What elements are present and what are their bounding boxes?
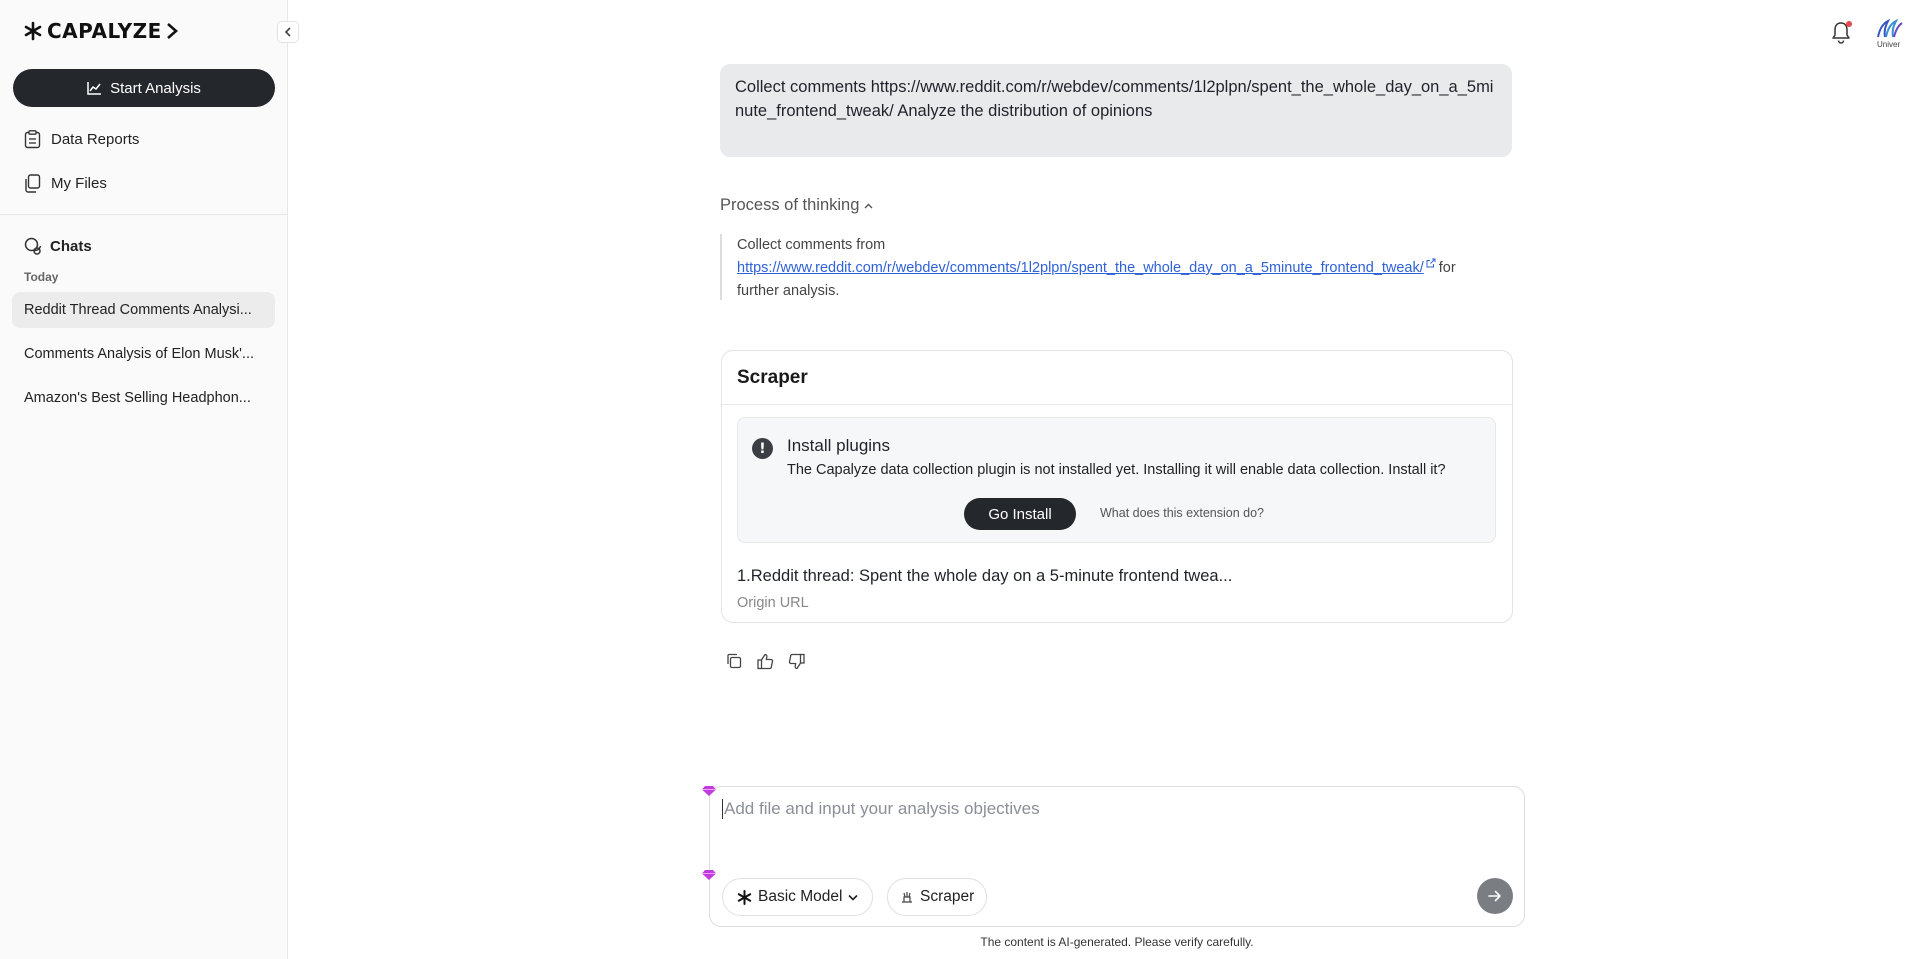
plugin-title: Install plugins [787,436,891,455]
copy-icon [727,653,742,669]
university-logo-icon [1877,18,1903,38]
reddit-link[interactable]: https://www.reddit.com/r/webdev/comments… [737,260,1424,276]
logo[interactable]: CAPALYZE [23,19,178,43]
plugin-description: The Capalyze data collection plugin is n… [787,462,1446,478]
user-message: Collect comments https://www.reddit.com/… [720,64,1512,157]
notification-button[interactable] [1830,20,1852,49]
go-install-button[interactable]: Go Install [964,498,1076,530]
thinking-content: Collect comments from https://www.reddit… [720,234,1520,300]
chat-item-title: Amazon's Best Selling Headphon... [24,390,251,406]
thumbs-up-icon [756,653,773,669]
files-icon [25,174,41,193]
gem-icon [702,870,716,880]
copy-button[interactable] [724,651,744,671]
notification-dot [1846,21,1852,27]
nav-my-files[interactable]: My Files [24,174,107,193]
chats-header: Chats [24,237,92,255]
chevron-left-icon [284,27,291,37]
thinking-label: Process of thinking [720,196,860,214]
chat-item-title: Comments Analysis of Elon Musk'... [24,346,255,362]
nav-my-files-label: My Files [51,175,107,192]
collapse-sidebar-button[interactable] [277,21,299,43]
analysis-input[interactable] [722,799,1502,819]
today-label: Today [24,270,59,284]
sidebar: CAPALYZE Start Analysis Data Reports My … [0,0,288,959]
report-icon [24,130,41,149]
start-analysis-button[interactable]: Start Analysis [13,69,275,107]
chat-item[interactable]: Comments Analysis of Elon Musk'... [12,336,275,372]
external-link-icon [1426,258,1436,268]
chats-label: Chats [50,237,92,255]
origin-url-link[interactable]: Origin URL [737,595,809,611]
chart-line-icon [87,82,102,95]
warning-icon: ! [752,438,773,459]
send-button[interactable] [1477,878,1513,914]
chevron-up-icon [864,203,873,208]
chat-item[interactable]: Reddit Thread Comments Analysi... [12,292,275,328]
thinking-prefix: Collect comments from [737,237,886,253]
nav-data-reports[interactable]: Data Reports [24,130,139,149]
thinking-toggle[interactable]: Process of thinking [720,196,873,215]
card-divider [722,404,1512,405]
scraper-title: Scraper [737,367,808,388]
ai-disclaimer: The content is AI-generated. Please veri… [980,935,1254,949]
start-analysis-label: Start Analysis [110,79,201,97]
scraper-tool-label: Scraper [920,888,975,905]
thinking-suffix-2: further analysis. [737,283,840,299]
chat-item-title: Reddit Thread Comments Analysi... [24,302,252,318]
thumbs-down-button[interactable] [786,651,806,671]
scraper-card: Scraper ! Install plugins The Capalyze d… [721,350,1513,623]
model-label: Basic Model [758,888,843,905]
chevron-down-icon [848,894,859,901]
thumbs-up-button[interactable] [755,651,775,671]
avatar[interactable]: Univer [1874,17,1904,53]
logo-chevron-icon [166,23,178,39]
extension-info-link[interactable]: What does this extension do? [1100,506,1264,520]
result-title[interactable]: 1.Reddit thread: Spent the whole day on … [737,567,1232,586]
asterisk-logo-icon [24,21,42,41]
thumbs-down-icon [788,653,805,669]
arrow-right-icon [1488,890,1501,902]
sidebar-divider [0,214,288,215]
chat-bubble-icon [24,237,42,255]
asterisk-icon [737,889,752,905]
scraper-tool-button[interactable]: Scraper [887,878,988,916]
scraper-icon [902,892,912,903]
nav-data-reports-label: Data Reports [51,131,140,148]
thinking-suffix: for [1438,260,1456,276]
logo-text: CAPALYZE [47,19,162,43]
gem-icon [702,786,716,796]
chat-input-box: Basic Model Scraper [709,786,1525,927]
install-plugin-notice: ! Install plugins The Capalyze data coll… [737,417,1496,543]
chat-item[interactable]: Amazon's Best Selling Headphon... [12,380,275,416]
model-select[interactable]: Basic Model [722,878,874,916]
avatar-label: Univer [1877,40,1901,49]
message-actions [724,651,806,671]
